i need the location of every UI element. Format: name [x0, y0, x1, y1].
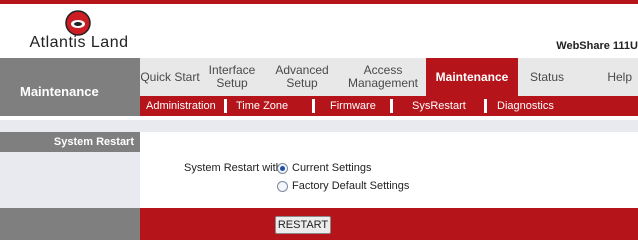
nav-status[interactable]: Status: [518, 58, 576, 96]
logo-text: Atlantis Land: [29, 34, 129, 51]
subnav-time-zone[interactable]: Time Zone: [236, 96, 288, 116]
content-spacer: [0, 120, 638, 132]
nav-quick-start[interactable]: Quick Start: [140, 58, 200, 96]
atlantis-logo-icon: [65, 10, 91, 36]
router-admin-page: Atlantis Land WebShare 111U Maintenance …: [0, 0, 638, 240]
subnav-separator: [390, 99, 393, 113]
current-settings-radio[interactable]: [277, 163, 288, 174]
subnav-separator: [312, 99, 315, 113]
current-settings-label: Current Settings: [292, 162, 372, 174]
subnav-separator: [484, 99, 487, 113]
footer-left: [0, 208, 140, 240]
subnav-separator: [224, 99, 227, 113]
footer-bar: [140, 208, 638, 240]
subnav-diagnostics[interactable]: Diagnostics: [497, 96, 554, 116]
sub-nav: Administration Time Zone Firmware SysRes…: [140, 96, 638, 116]
subnav-administration[interactable]: Administration: [146, 96, 216, 116]
product-name: WebShare 111U: [556, 40, 638, 52]
main-nav: Quick Start Interface Setup Advanced Set…: [0, 58, 638, 96]
subnav-firmware[interactable]: Firmware: [330, 96, 376, 116]
brand-logo: Atlantis Land: [18, 10, 140, 51]
panel-heading: System Restart: [0, 132, 140, 152]
nav-maintenance[interactable]: Maintenance: [426, 58, 518, 96]
nav-help[interactable]: Help: [576, 58, 638, 96]
factory-default-label: Factory Default Settings: [292, 180, 410, 192]
restart-with-label: System Restart with :: [184, 162, 288, 174]
factory-default-radio[interactable]: [277, 181, 288, 192]
restart-button[interactable]: RESTART: [275, 216, 331, 234]
subnav-sysrestart[interactable]: SysRestart: [412, 96, 466, 116]
nav-interface-setup[interactable]: Interface Setup: [200, 58, 264, 96]
top-accent-line: [0, 0, 638, 4]
nav-access-management[interactable]: Access Management: [340, 58, 426, 96]
nav-advanced-setup[interactable]: Advanced Setup: [264, 58, 340, 96]
